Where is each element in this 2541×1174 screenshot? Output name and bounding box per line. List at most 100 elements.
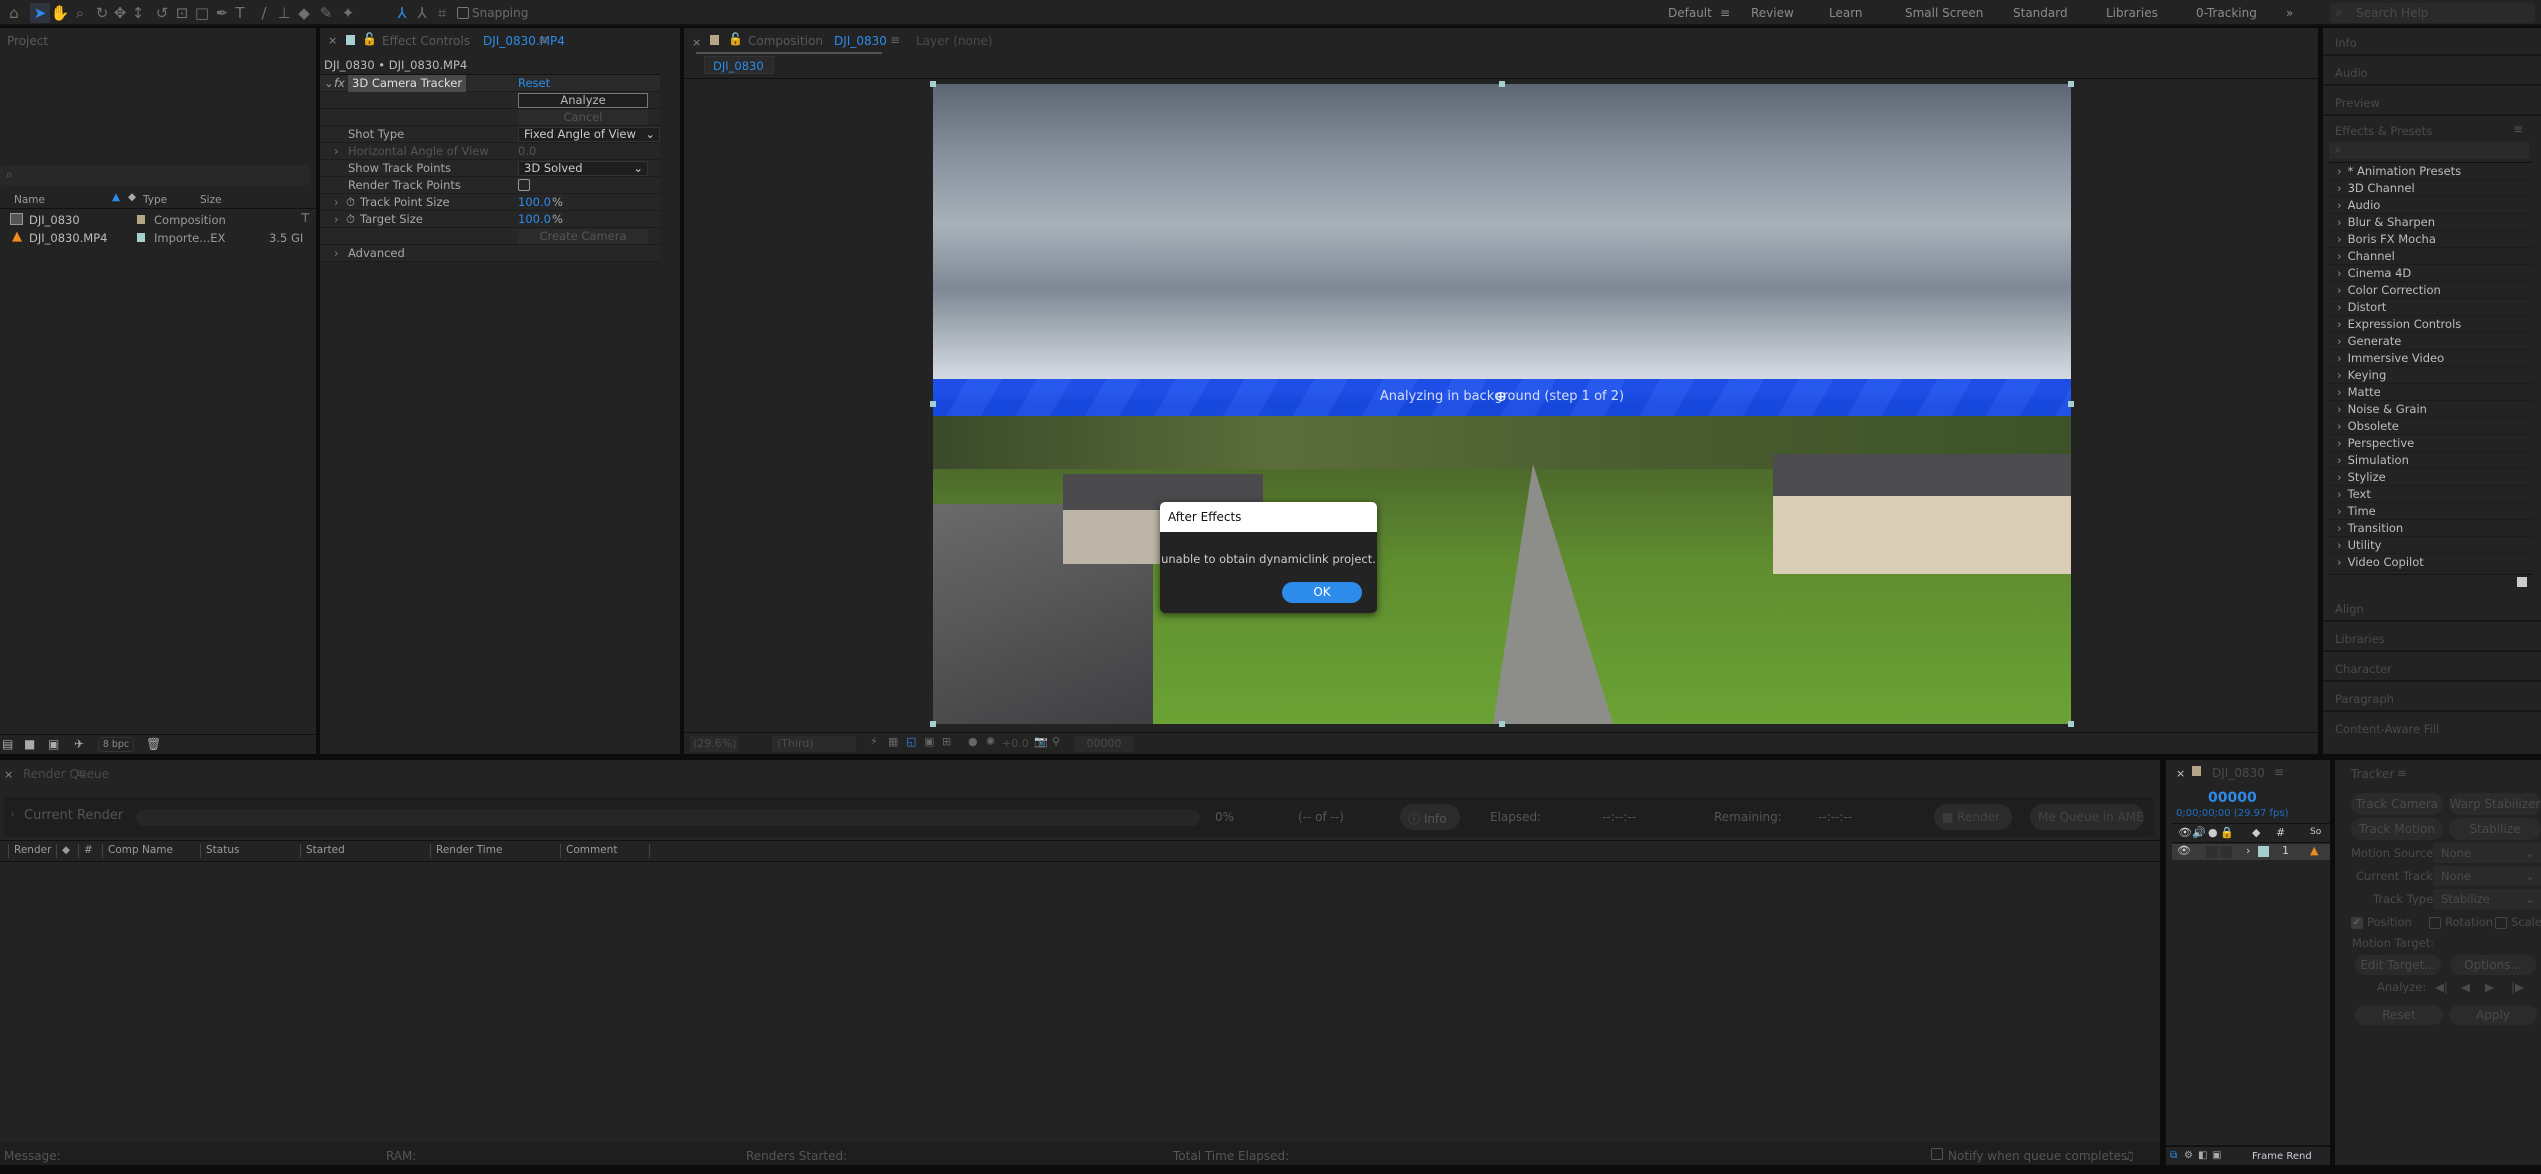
- label-tag-icon[interactable]: ◆: [56, 844, 70, 858]
- expand-chevron-icon[interactable]: ›: [2337, 504, 2342, 518]
- workspace-learn[interactable]: Learn: [1829, 6, 1863, 20]
- track-camera-button[interactable]: Track Camera: [2351, 793, 2443, 815]
- analyze-button[interactable]: Analyze: [518, 93, 648, 108]
- project-item[interactable]: DJI_0830 Composition ⊤: [0, 211, 316, 229]
- align-panel[interactable]: Align: [2323, 594, 2541, 622]
- show-snapshot-icon[interactable]: ⚲: [1052, 735, 1060, 748]
- show-track-points-dropdown[interactable]: 3D Solved ⌄: [518, 161, 648, 176]
- expand-chevron-icon[interactable]: ›: [2337, 402, 2342, 416]
- stopwatch-icon[interactable]: ⏱: [346, 194, 355, 211]
- shot-type-dropdown[interactable]: Fixed Angle of View ⌄: [518, 127, 660, 142]
- expand-chevron-icon[interactable]: ›: [2337, 385, 2342, 399]
- exposure-value[interactable]: +0.0: [1002, 737, 1029, 750]
- eye-icon[interactable]: 👁: [2177, 844, 2191, 857]
- layer-handle[interactable]: [2068, 721, 2074, 727]
- expand-chevron-icon[interactable]: ›: [334, 245, 339, 262]
- current-track-dropdown[interactable]: None ⌄: [2433, 866, 2541, 886]
- effect-controls-layer-name[interactable]: DJI_0830.MP4: [483, 34, 565, 48]
- workspace-standard[interactable]: Standard: [2013, 6, 2068, 20]
- column-render-time[interactable]: Render Time: [430, 844, 502, 858]
- column-size[interactable]: Size: [200, 194, 222, 206]
- eraser-tool-icon[interactable]: ◆: [294, 3, 314, 23]
- render-rocket-icon[interactable]: ✈: [74, 737, 84, 751]
- interpret-footage-icon[interactable]: ▤: [2, 737, 13, 751]
- snapshot-icon[interactable]: 📷: [1034, 735, 1048, 748]
- number-column-icon[interactable]: #: [2276, 826, 2285, 839]
- project-search-input[interactable]: ⌕: [0, 165, 310, 185]
- exposure-reset-icon[interactable]: ✺: [986, 735, 995, 748]
- more-workspaces-icon[interactable]: »: [2286, 6, 2293, 20]
- search-help-input[interactable]: ⌕ Search Help: [2330, 3, 2535, 23]
- close-tab-icon[interactable]: ×: [4, 768, 13, 781]
- fx-icon[interactable]: fx: [334, 75, 345, 92]
- new-folder-icon[interactable]: ■: [24, 737, 35, 751]
- label-color[interactable]: [137, 233, 145, 242]
- expand-chevron-icon[interactable]: ›: [2337, 487, 2342, 501]
- transfer-controls-icon[interactable]: ◧: [2198, 1150, 2207, 1161]
- layer-tab[interactable]: Layer (none): [916, 34, 993, 48]
- analyze-forward-icon[interactable]: ▶: [2485, 980, 2494, 994]
- effects-category[interactable]: › Immersive Video: [2329, 350, 2533, 367]
- rotation-checkbox[interactable]: [2429, 917, 2441, 929]
- rotate-tool-icon[interactable]: ↺: [152, 3, 172, 23]
- view-axis-icon[interactable]: ⌗: [432, 3, 452, 23]
- panel-menu-icon[interactable]: ≡: [538, 33, 548, 47]
- workspace-default[interactable]: Default: [1668, 6, 1712, 20]
- local-axis-icon[interactable]: ⅄: [392, 3, 412, 23]
- expand-chevron-icon[interactable]: ›: [2337, 317, 2342, 331]
- zoom-tool-icon[interactable]: ⌕: [70, 3, 90, 23]
- layer-handle[interactable]: [1499, 721, 1505, 727]
- position-checkbox[interactable]: ✓: [2351, 917, 2363, 929]
- color-channels-icon[interactable]: ●: [968, 735, 978, 748]
- workspace-0-tracking[interactable]: 0-Tracking: [2196, 6, 2257, 20]
- effects-category[interactable]: › Utility: [2329, 537, 2533, 554]
- effects-category[interactable]: › Keying: [2329, 367, 2533, 384]
- roto-brush-icon[interactable]: ✎: [316, 3, 336, 23]
- ok-button[interactable]: OK: [1282, 582, 1362, 603]
- sort-ascending-icon[interactable]: ▲: [112, 191, 120, 203]
- new-bin-icon[interactable]: [2517, 577, 2527, 587]
- expand-chevron-icon[interactable]: ›: [2337, 351, 2342, 365]
- grid-guides-icon[interactable]: ⊞: [942, 735, 951, 748]
- close-tab-icon[interactable]: ×: [2176, 767, 2185, 780]
- expand-chevron-icon[interactable]: ›: [2337, 164, 2342, 178]
- comp-markers-icon[interactable]: ⧉: [2170, 1150, 2177, 1161]
- dolly-camera-icon[interactable]: ↕: [128, 3, 148, 23]
- effects-category[interactable]: › Boris FX Mocha: [2329, 231, 2533, 248]
- selection-tool-icon[interactable]: ➤: [30, 3, 50, 23]
- expand-chevron-icon[interactable]: ›: [2337, 181, 2342, 195]
- expand-chevron-icon[interactable]: ›: [2337, 368, 2342, 382]
- region-of-interest-icon[interactable]: ▣: [924, 735, 934, 748]
- column-status[interactable]: Status: [200, 844, 239, 858]
- workspace-small-screen[interactable]: Small Screen: [1905, 6, 1983, 20]
- effects-category[interactable]: › Simulation: [2329, 452, 2533, 469]
- effects-category[interactable]: › Time: [2329, 503, 2533, 520]
- close-tab-icon[interactable]: ×: [328, 34, 337, 47]
- expand-chevron-icon[interactable]: ›: [2337, 419, 2342, 433]
- effects-category[interactable]: › Audio: [2329, 197, 2533, 214]
- column-comp-name[interactable]: Comp Name: [102, 844, 173, 858]
- hand-tool-icon[interactable]: ✋: [50, 3, 70, 23]
- label-color[interactable]: [2258, 846, 2269, 857]
- expand-chevron-icon[interactable]: ›: [2337, 470, 2342, 484]
- analyze-backward-icon[interactable]: ◀: [2461, 980, 2470, 994]
- audio-switch[interactable]: [2206, 846, 2218, 858]
- layer-switches-icon[interactable]: ⚙: [2184, 1150, 2193, 1161]
- info-button[interactable]: ⓘ Info: [1400, 804, 1460, 830]
- effects-category[interactable]: › Noise & Grain: [2329, 401, 2533, 418]
- effects-category[interactable]: › Text: [2329, 486, 2533, 503]
- effects-category[interactable]: › Expression Controls: [2329, 316, 2533, 333]
- advanced-row[interactable]: › Advanced: [320, 245, 660, 262]
- expand-chevron-icon[interactable]: ›: [2337, 198, 2342, 212]
- paragraph-panel[interactable]: Paragraph: [2323, 684, 2541, 712]
- stabilize-motion-button[interactable]: Stabilize Motion: [2449, 818, 2541, 858]
- effects-category[interactable]: › Perspective: [2329, 435, 2533, 452]
- expand-chevron-icon[interactable]: ›: [2337, 436, 2342, 450]
- expand-chevron-icon[interactable]: ›: [2337, 538, 2342, 552]
- stopwatch-icon[interactable]: ⏱: [346, 211, 355, 228]
- workspace-review[interactable]: Review: [1751, 6, 1794, 20]
- info-panel[interactable]: Info: [2323, 28, 2541, 56]
- trash-icon[interactable]: 🗑: [146, 737, 161, 751]
- expand-chevron-icon[interactable]: ›: [2246, 844, 2250, 857]
- track-motion-button[interactable]: Track Motion: [2351, 818, 2443, 840]
